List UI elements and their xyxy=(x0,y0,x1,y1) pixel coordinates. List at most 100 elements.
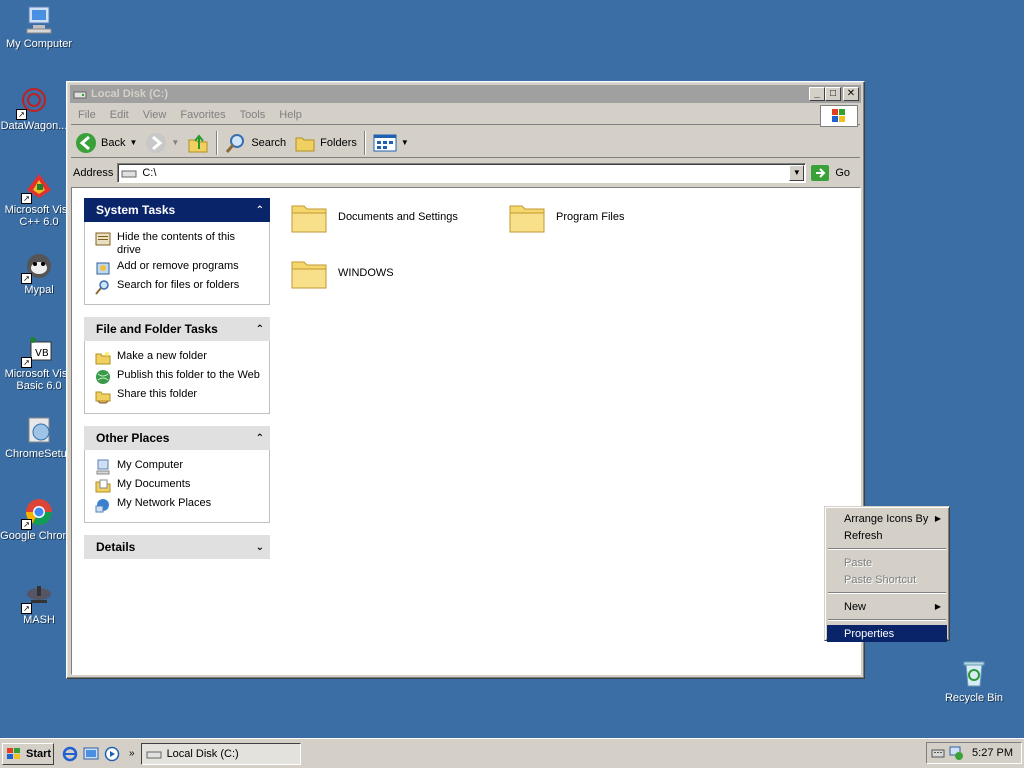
views-button[interactable]: ▼ xyxy=(369,130,413,156)
minimize-button[interactable]: _ xyxy=(809,87,825,101)
visual-cpp-icon: ↗ xyxy=(21,170,55,204)
address-value: C:\ xyxy=(142,167,157,179)
menu-view[interactable]: View xyxy=(136,109,174,121)
menu-separator xyxy=(828,548,946,550)
chevron-down-icon[interactable]: ▼ xyxy=(171,138,179,147)
menu-tools[interactable]: Tools xyxy=(233,109,273,121)
desktop-icon-datawagon[interactable]: ↗ DataWagon... xyxy=(0,86,73,132)
place-my-documents[interactable]: My Documents xyxy=(95,478,261,494)
hide-contents-icon xyxy=(95,232,111,246)
system-tray: 5:27 PM xyxy=(926,742,1022,764)
my-computer-icon xyxy=(96,459,110,475)
collapse-icon[interactable]: ⌃ xyxy=(256,324,264,335)
content-pane[interactable]: System Tasks ⌃ Hide the contents of this… xyxy=(71,187,861,675)
network-tray-icon[interactable] xyxy=(948,745,964,761)
chevron-down-icon[interactable]: ▼ xyxy=(129,138,137,147)
recycle-bin-icon xyxy=(958,658,990,690)
menu-bar: File Edit View Favorites Tools Help xyxy=(71,105,860,127)
other-places-header[interactable]: Other Places ⌃ xyxy=(84,426,270,450)
shortcut-arrow-icon: ↗ xyxy=(21,273,32,284)
shortcut-arrow-icon: ↗ xyxy=(21,603,32,614)
ctx-refresh[interactable]: Refresh xyxy=(827,527,947,544)
quick-launch: » xyxy=(62,746,135,762)
ctx-new[interactable]: New ▶ xyxy=(827,598,947,615)
shortcut-arrow-icon: ↗ xyxy=(21,193,32,204)
internet-explorer-icon[interactable] xyxy=(62,746,78,762)
new-folder-icon xyxy=(95,352,111,365)
windows-logo-icon xyxy=(820,105,858,127)
menu-separator xyxy=(828,619,946,621)
datawagon-icon: ↗ xyxy=(16,86,50,120)
toolbar: Back ▼ ▼ Search Folders ▼ xyxy=(71,128,860,158)
back-button[interactable]: Back ▼ xyxy=(71,130,141,156)
task-search-files[interactable]: Search for files or folders xyxy=(95,279,261,295)
system-tasks-box: System Tasks ⌃ Hide the contents of this… xyxy=(84,198,270,305)
task-make-new-folder[interactable]: Make a new folder xyxy=(95,350,261,366)
taskbar: Start » Local Disk (C:) 5:27 PM xyxy=(0,738,1024,768)
up-folder-button[interactable] xyxy=(183,130,213,156)
svg-text:VB: VB xyxy=(35,348,49,359)
submenu-arrow-icon: ▶ xyxy=(934,602,941,611)
window-titlebar[interactable]: Local Disk (C:) _ □ ✕ xyxy=(70,85,861,103)
menu-favorites[interactable]: Favorites xyxy=(173,109,232,121)
collapse-icon[interactable]: ⌃ xyxy=(256,433,264,444)
menu-file[interactable]: File xyxy=(71,109,103,121)
my-computer-icon xyxy=(23,4,55,36)
task-share-folder[interactable]: Share this folder xyxy=(95,388,261,404)
ctx-paste: Paste xyxy=(844,556,873,569)
mash-icon: ↗ xyxy=(21,580,55,614)
chevron-down-icon[interactable]: ▼ xyxy=(401,138,409,147)
context-menu: Arrange Icons By ▶ Refresh Paste Paste S… xyxy=(824,506,950,642)
ctx-properties[interactable]: Properties xyxy=(827,625,947,642)
folders-button[interactable]: Folders xyxy=(290,130,361,156)
file-folder-tasks-header[interactable]: File and Folder Tasks ⌃ xyxy=(84,317,270,341)
share-folder-icon xyxy=(95,391,111,404)
mypal-icon: ↗ xyxy=(21,250,55,284)
start-button[interactable]: Start xyxy=(2,742,54,765)
show-desktop-icon[interactable] xyxy=(83,746,99,762)
close-button[interactable]: ✕ xyxy=(843,87,859,101)
chevron-right-icon[interactable]: » xyxy=(129,748,135,759)
address-input[interactable]: C:\ ▼ xyxy=(117,163,807,183)
collapse-icon[interactable]: ⌃ xyxy=(256,205,264,216)
folder-documents-and-settings[interactable]: Documents and Settings xyxy=(290,198,458,236)
maximize-button[interactable]: □ xyxy=(825,87,841,101)
ctx-arrange-icons-by[interactable]: Arrange Icons By ▶ xyxy=(827,510,947,527)
submenu-arrow-icon: ▶ xyxy=(934,514,941,523)
menu-edit[interactable]: Edit xyxy=(103,109,136,121)
details-header[interactable]: Details ⌄ xyxy=(84,535,270,559)
task-add-remove-programs[interactable]: Add or remove programs xyxy=(95,260,261,276)
drive-icon xyxy=(73,91,87,99)
toolbar-separator xyxy=(363,130,366,155)
menu-help[interactable]: Help xyxy=(272,109,309,121)
desktop-icon-recycle-bin[interactable]: Recycle Bin xyxy=(935,658,1013,704)
my-documents-icon xyxy=(95,479,111,493)
desktop-icon-my-computer[interactable]: My Computer xyxy=(0,4,78,50)
folder-program-files[interactable]: Program Files xyxy=(508,198,624,236)
clock[interactable]: 5:27 PM xyxy=(972,747,1013,759)
folder-icon xyxy=(509,205,545,233)
place-my-network[interactable]: My Network Places xyxy=(95,497,261,513)
keyboard-icon[interactable] xyxy=(931,746,945,760)
shortcut-arrow-icon: ↗ xyxy=(21,357,32,368)
go-button[interactable]: Go xyxy=(810,164,860,182)
search-button[interactable]: Search xyxy=(221,130,290,156)
forward-arrow-icon xyxy=(146,132,167,153)
back-arrow-icon xyxy=(76,132,96,153)
desktop-icon-label: My Computer xyxy=(5,38,73,50)
forward-button[interactable]: ▼ xyxy=(141,130,183,156)
desktop-icon-label: DataWagon... xyxy=(0,120,68,132)
media-player-icon[interactable] xyxy=(104,746,120,762)
expand-icon[interactable]: ⌄ xyxy=(256,542,264,553)
task-hide-contents[interactable]: Hide the contents of this drive xyxy=(95,231,261,257)
explorer-window[interactable]: Local Disk (C:) _ □ ✕ File Edit View Fav… xyxy=(66,81,865,679)
address-dropdown-button[interactable]: ▼ xyxy=(789,165,805,181)
taskbar-button-local-disk[interactable]: Local Disk (C:) xyxy=(140,742,301,765)
system-tasks-header[interactable]: System Tasks ⌃ xyxy=(84,198,270,222)
folder-icon xyxy=(291,261,327,289)
globe-icon xyxy=(96,370,110,384)
place-my-computer[interactable]: My Computer xyxy=(95,459,261,475)
folder-windows[interactable]: WINDOWS xyxy=(290,254,394,292)
address-bar: Address C:\ ▼ Go xyxy=(71,162,860,184)
task-publish-web[interactable]: Publish this folder to the Web xyxy=(95,369,261,385)
